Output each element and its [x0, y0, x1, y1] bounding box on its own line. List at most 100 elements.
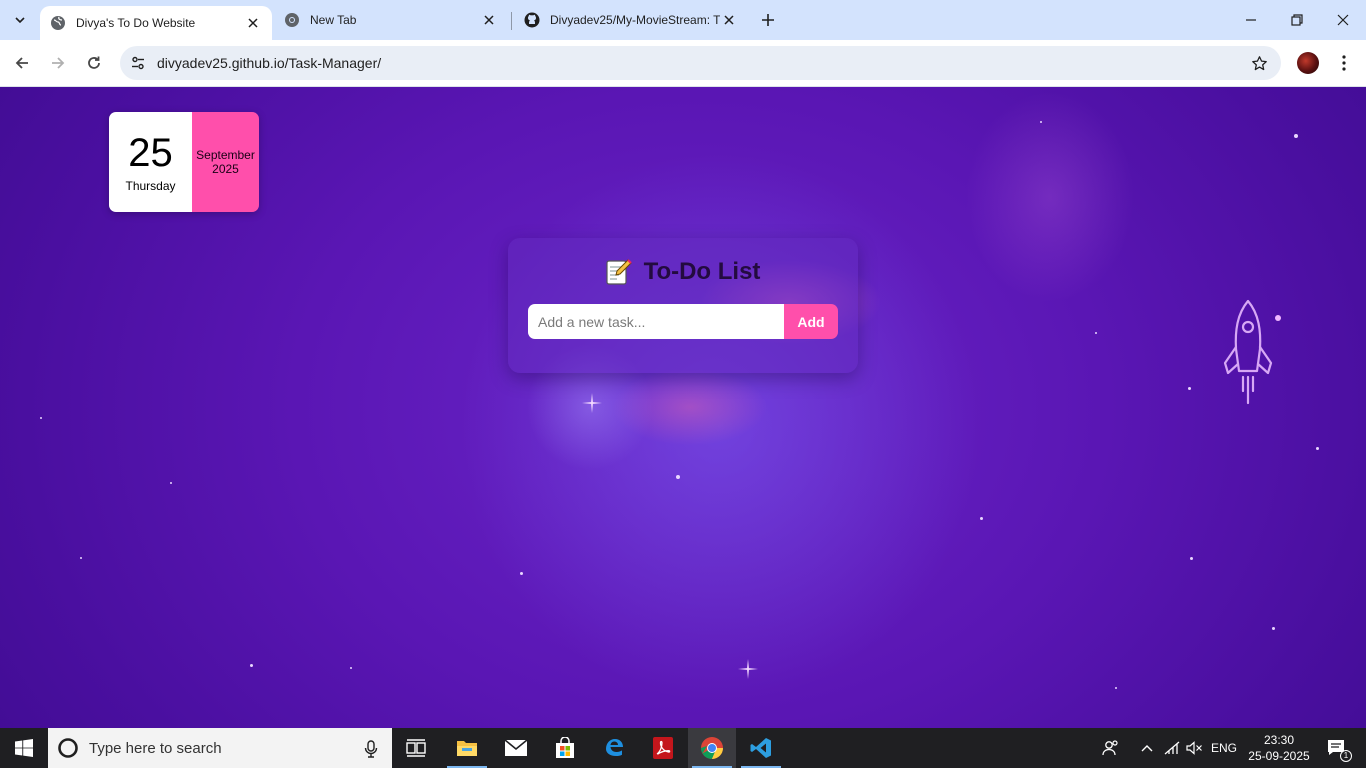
close-window-button[interactable]: [1320, 0, 1366, 40]
file-explorer-button[interactable]: [443, 728, 491, 768]
sparkle: [738, 659, 758, 679]
clock-time: 23:30: [1263, 733, 1295, 747]
start-button[interactable]: [0, 728, 48, 768]
star: [1316, 447, 1319, 450]
date-day-panel: 25 Thursday: [109, 112, 192, 212]
page-content: 25 Thursday September 2025 To-Do List Ad…: [0, 87, 1366, 728]
close-tab-icon[interactable]: [720, 11, 738, 29]
chrome-icon: [701, 737, 723, 759]
star: [1190, 557, 1193, 560]
globe-icon: [50, 15, 66, 31]
reload-icon: [88, 56, 100, 69]
date-month-panel: September 2025: [192, 112, 259, 212]
close-tab-icon[interactable]: [244, 14, 262, 32]
edge-button[interactable]: [590, 728, 638, 768]
minimize-button[interactable]: [1228, 0, 1274, 40]
sparkle: [582, 393, 602, 413]
add-task-button[interactable]: Add: [784, 304, 838, 339]
language-indicator[interactable]: ENG: [1208, 728, 1240, 768]
chevron-up-icon: [1141, 745, 1153, 752]
close-icon: [1337, 14, 1349, 26]
chrome-taskbar-button[interactable]: [688, 728, 736, 768]
mail-icon: [504, 739, 528, 756]
star: [1095, 332, 1097, 334]
browser-menu-button[interactable]: [1334, 50, 1354, 76]
star: [250, 664, 253, 667]
store-icon: [556, 737, 574, 758]
chevron-down-icon: [15, 17, 25, 24]
people-icon: [1102, 740, 1118, 756]
todo-title: To-Do List: [643, 258, 761, 285]
mail-button[interactable]: [492, 728, 540, 768]
plus-icon: [762, 14, 774, 26]
notification-badge: 1: [1340, 750, 1352, 762]
tab-title: New Tab: [310, 13, 357, 27]
date-card: 25 Thursday September 2025: [109, 112, 259, 212]
tab-title: Divya's To Do Website: [76, 16, 196, 30]
network-icon: [1164, 741, 1180, 755]
profile-avatar[interactable]: [1297, 52, 1319, 74]
clock[interactable]: 23:30 25-09-2025: [1242, 732, 1316, 764]
star: [1040, 121, 1042, 123]
todo-panel: To-Do List Add: [508, 238, 858, 373]
tab-github[interactable]: Divyadev25/My-MovieStream: T: [512, 0, 750, 40]
forward-button[interactable]: [43, 48, 73, 78]
taskbar-search-placeholder: Type here to search: [89, 739, 222, 757]
rocket-icon: [1223, 299, 1273, 405]
new-tab-button[interactable]: [756, 8, 780, 32]
kebab-menu-icon: [1342, 55, 1346, 71]
reload-button[interactable]: [79, 48, 109, 78]
restore-icon: [1291, 14, 1303, 26]
file-explorer-icon: [457, 741, 477, 756]
windows-logo-icon: [15, 739, 33, 757]
people-button[interactable]: [1098, 728, 1124, 768]
url-text: divyadev25.github.io/Task-Manager/: [157, 55, 382, 71]
star: [1188, 387, 1191, 390]
edge-icon: [606, 739, 623, 756]
back-button[interactable]: [7, 48, 37, 78]
star: [676, 475, 680, 479]
browser-toolbar: divyadev25.github.io/Task-Manager/: [0, 40, 1366, 87]
network-button[interactable]: [1160, 728, 1184, 768]
acrobat-button[interactable]: [639, 728, 687, 768]
volume-button[interactable]: [1183, 728, 1205, 768]
tab-title: Divyadev25/My-MovieStream: T: [550, 13, 720, 27]
taskbar-search-box[interactable]: Type here to search: [48, 728, 392, 768]
bookmark-star-icon[interactable]: [1249, 53, 1269, 73]
cortana-circle-icon: [58, 738, 78, 758]
date-month: September: [196, 148, 255, 162]
star: [980, 517, 983, 520]
action-center-button[interactable]: 1: [1320, 728, 1354, 768]
microphone-icon[interactable]: [364, 740, 378, 758]
site-info-icon[interactable]: [128, 53, 148, 73]
volume-muted-icon: [1186, 741, 1202, 755]
date-day-number: 25: [128, 130, 173, 175]
tab-new-tab[interactable]: New Tab: [272, 0, 510, 40]
address-bar[interactable]: divyadev25.github.io/Task-Manager/: [120, 46, 1281, 80]
vscode-button[interactable]: [737, 728, 785, 768]
back-arrow-icon: [15, 57, 28, 69]
acrobat-icon: [653, 737, 673, 759]
chrome-icon: [284, 12, 300, 28]
restore-button[interactable]: [1274, 0, 1320, 40]
vscode-icon: [750, 738, 771, 758]
task-view-button[interactable]: [392, 728, 440, 768]
language-label: ENG: [1210, 741, 1237, 755]
star: [350, 667, 352, 669]
task-view-icon: [406, 739, 426, 757]
close-tab-icon[interactable]: [480, 11, 498, 29]
star: [40, 417, 42, 419]
store-button[interactable]: [541, 728, 589, 768]
clock-date: 25-09-2025: [1248, 749, 1310, 763]
star: [170, 482, 172, 484]
tab-active[interactable]: Divya's To Do Website: [40, 6, 272, 40]
tab-search-button[interactable]: [8, 8, 32, 32]
tab-strip: Divya's To Do Website New Tab Divyadev25…: [0, 0, 1366, 40]
star: [1272, 627, 1275, 630]
new-task-input[interactable]: [528, 304, 784, 339]
star: [1115, 687, 1117, 689]
github-icon: [524, 12, 540, 28]
star: [520, 572, 523, 575]
show-hidden-icons-button[interactable]: [1136, 728, 1158, 768]
minimize-icon: [1246, 19, 1256, 21]
